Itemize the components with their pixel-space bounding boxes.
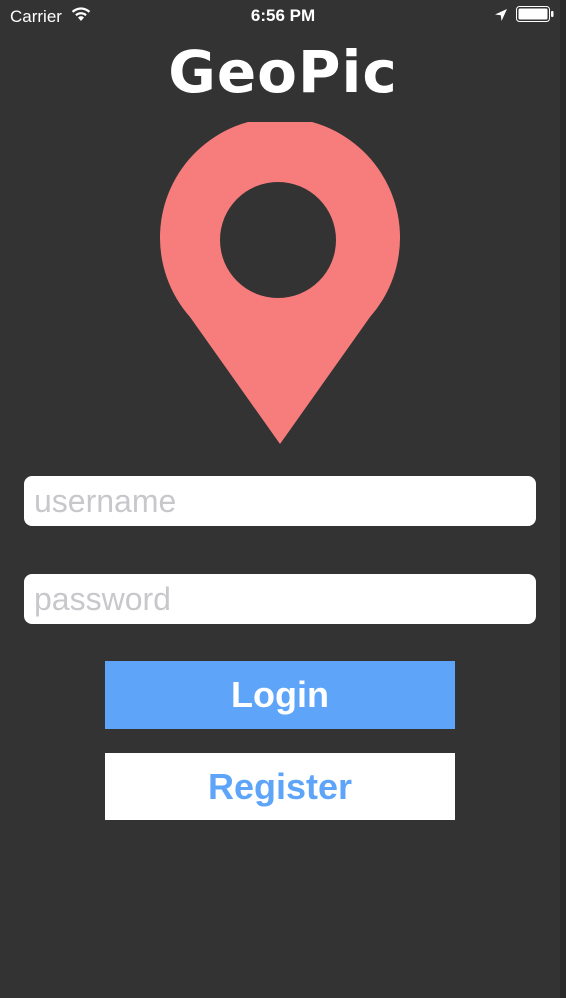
password-field[interactable]: password [24, 574, 536, 624]
register-button[interactable]: Register [105, 753, 455, 820]
login-button-label: Login [231, 674, 329, 715]
map-pin-icon [160, 117, 400, 448]
register-button-label: Register [207, 765, 353, 807]
username-placeholder: username [34, 482, 177, 519]
password-placeholder: password [34, 580, 171, 617]
window-edge [560, 0, 566, 998]
username-field[interactable]: username [24, 476, 536, 526]
status-time: 6:56 PM [250, 6, 316, 25]
status-bar: Carrier 6:56 PM [0, 0, 566, 34]
login-button[interactable]: Login [105, 661, 455, 729]
location-arrow-icon [494, 7, 508, 27]
status-right [494, 6, 554, 27]
battery-icon [516, 6, 554, 27]
app-title: GeoPic [168, 38, 398, 106]
